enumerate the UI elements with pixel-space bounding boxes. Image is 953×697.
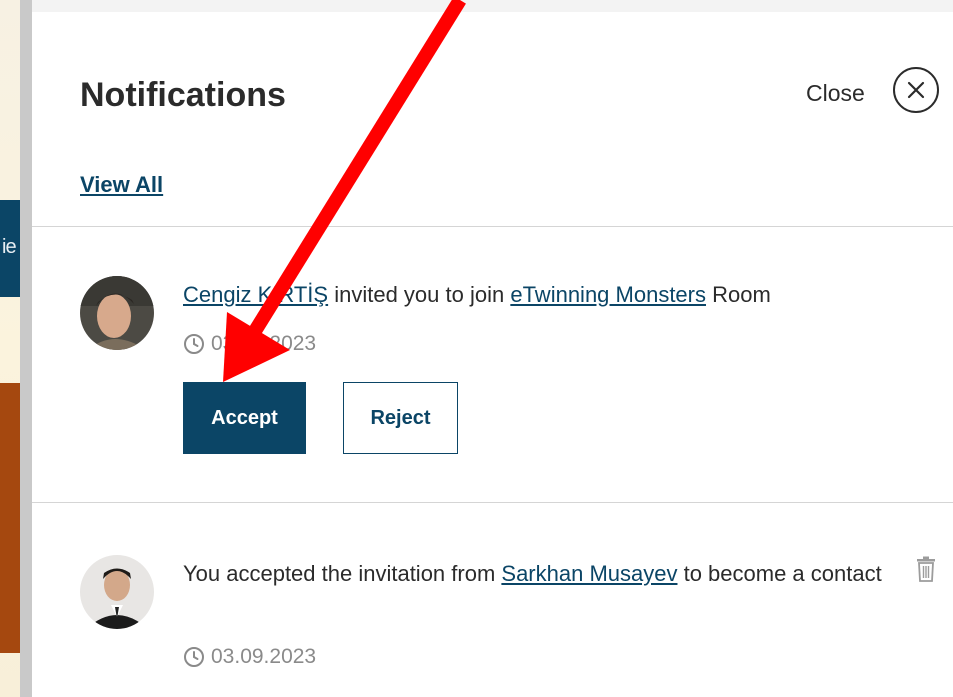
- clock-icon: [184, 334, 204, 354]
- notifications-panel: Notifications Close View All Cengiz KIRT…: [32, 12, 953, 697]
- notification-text: You accepted the invitation from Sarkhan…: [183, 557, 883, 591]
- reject-button[interactable]: Reject: [343, 382, 458, 454]
- user-link[interactable]: Cengiz KIRTİŞ: [183, 282, 328, 307]
- divider: [32, 226, 953, 227]
- close-icon[interactable]: [893, 67, 939, 113]
- notification-text-end: to become a contact: [677, 561, 882, 586]
- divider: [32, 502, 953, 503]
- date-text: 03.09.2023: [211, 332, 317, 355]
- scroll-shadow: [20, 0, 32, 697]
- notification-date: 03.09.2023: [183, 332, 316, 356]
- notification-text: Cengiz KIRTİŞ invited you to join eTwinn…: [183, 278, 883, 312]
- close-label[interactable]: Close: [806, 80, 865, 107]
- top-bar: [32, 0, 953, 12]
- room-link[interactable]: eTwinning Monsters: [510, 282, 706, 307]
- notification-date: 03.09.2023: [183, 645, 316, 669]
- trash-icon[interactable]: [916, 556, 936, 587]
- notification-text-end: Room: [706, 282, 771, 307]
- accept-button[interactable]: Accept: [183, 382, 306, 454]
- view-all-link[interactable]: View All: [80, 172, 163, 198]
- panel-title: Notifications: [80, 76, 286, 114]
- user-link[interactable]: Sarkhan Musayev: [501, 561, 677, 586]
- background-nav-text: ie: [2, 236, 17, 258]
- avatar: [80, 276, 154, 350]
- clock-icon: [184, 647, 204, 667]
- notification-text-mid: invited you to join: [328, 282, 511, 307]
- avatar: [80, 555, 154, 629]
- date-text: 03.09.2023: [211, 645, 317, 668]
- notification-text-start: You accepted the invitation from: [183, 561, 502, 586]
